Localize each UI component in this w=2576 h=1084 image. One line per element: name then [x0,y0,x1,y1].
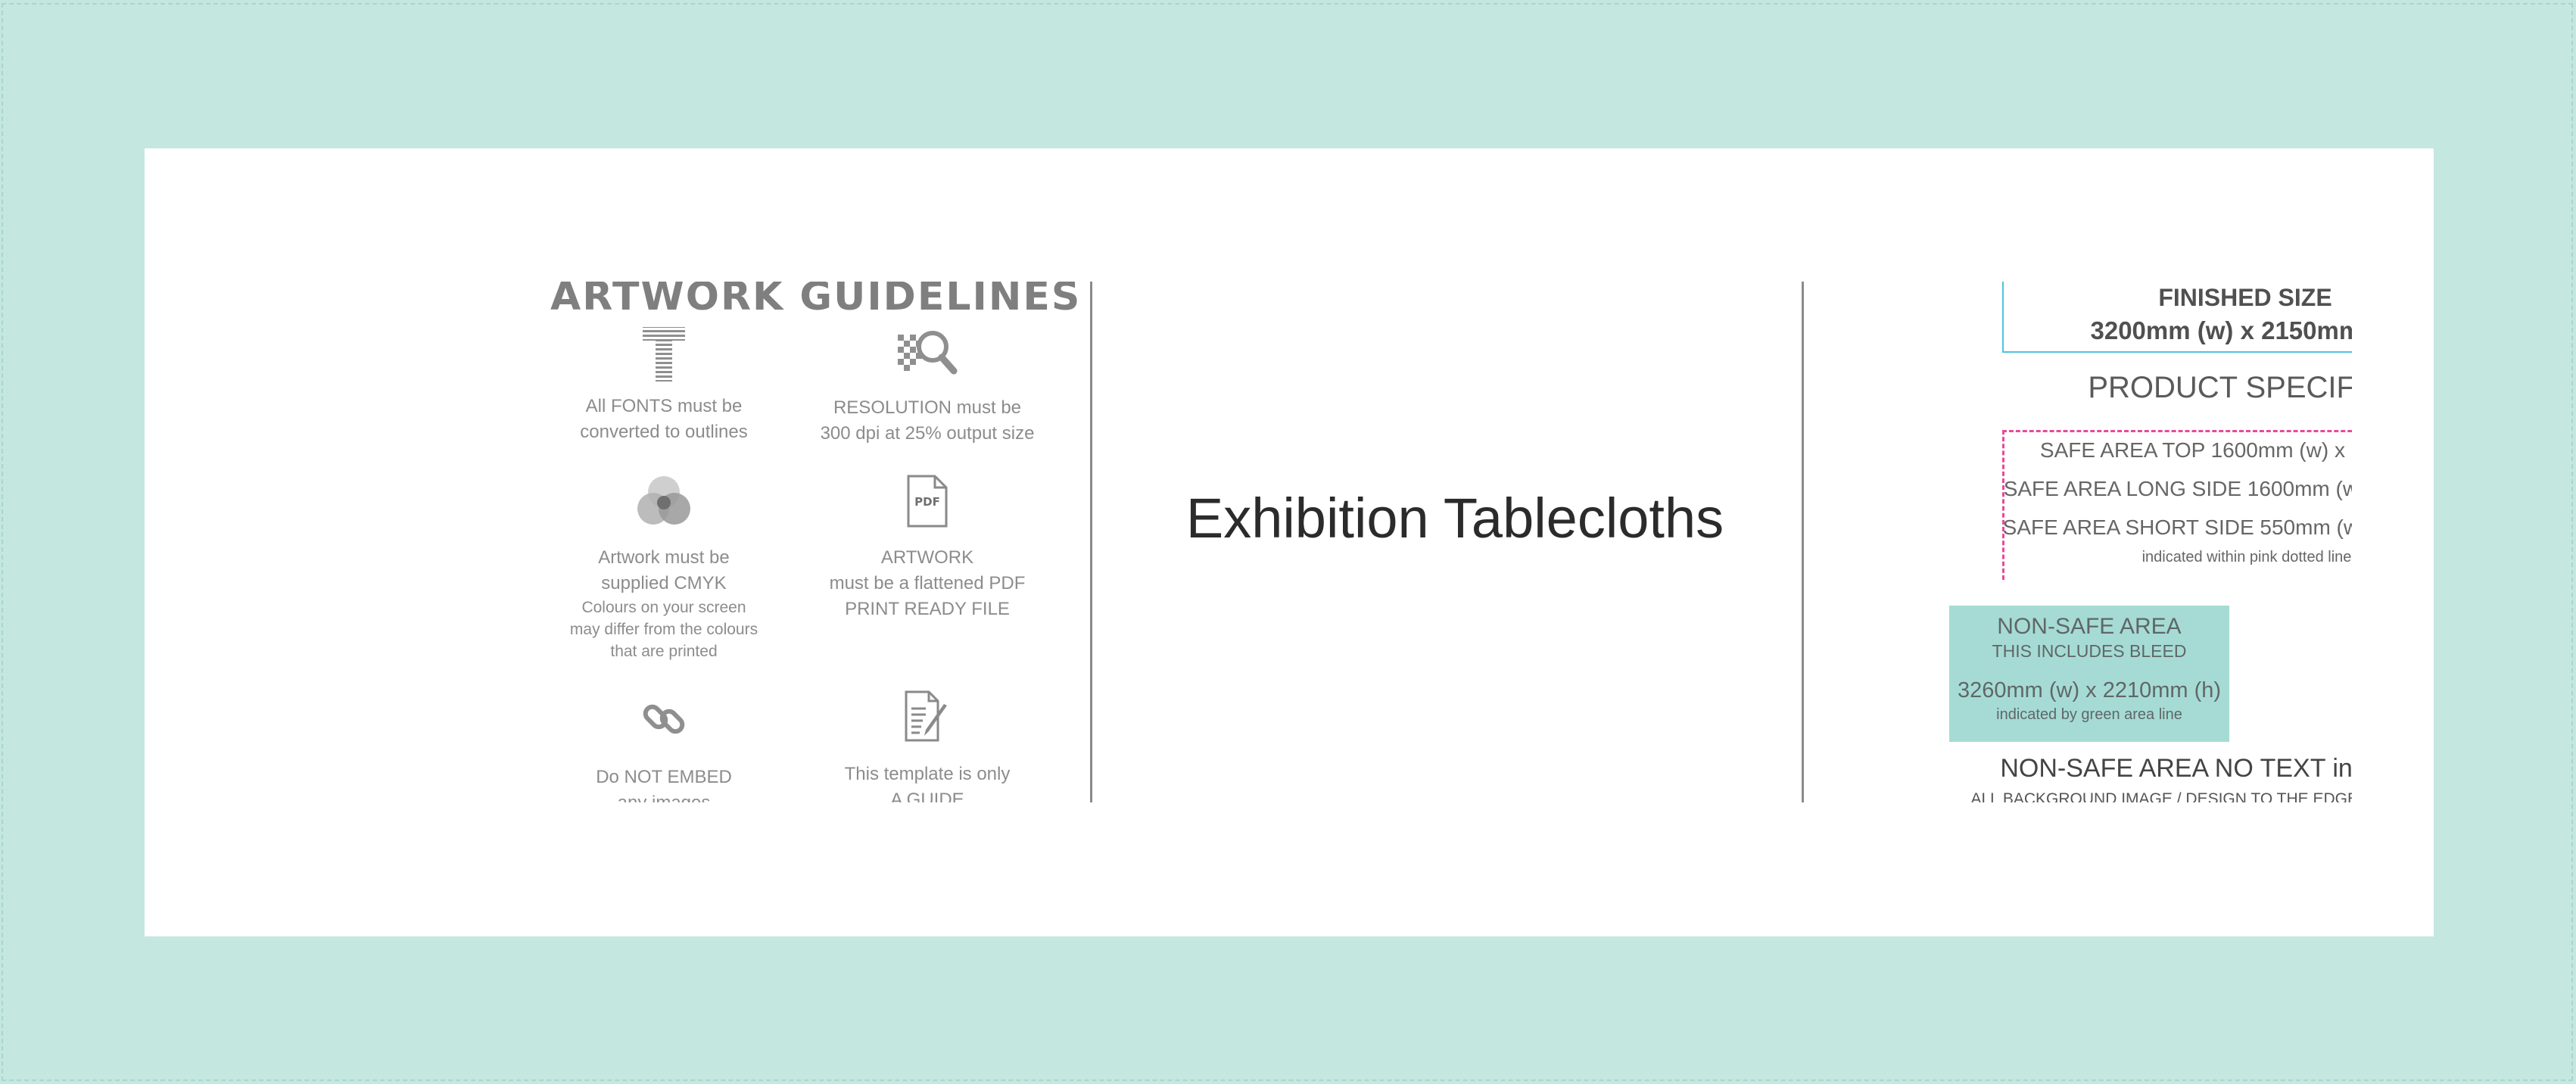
safe-area-long-side: SAFE AREA LONG SIDE 1600mm (w) x 500mm (… [2003,477,2352,500]
guideline-line: RESOLUTION must be [833,397,1022,418]
guideline-note: that are printed [610,643,718,660]
cmyk-circles-icon [637,476,690,525]
divider-right [1802,282,1804,802]
guideline-pdf: PDF ARTWORK must be a flattened PDF PRIN… [814,474,1041,622]
guideline-line: any images [550,790,777,802]
guideline-resolution: RESOLUTION must be 300 dpi at 25% output… [814,327,1041,447]
guideline-line: Do NOT EMBED [596,767,732,787]
pdf-file-icon: PDF [907,475,948,528]
guideline-line: All FONTS must be [585,396,743,416]
chain-link-icon [643,704,685,734]
guideline-line: This template is only [844,764,1011,784]
guideline-line: PRINT READY FILE [845,599,1010,619]
finished-size-label: FINISHED SIZE [2158,284,2332,311]
non-safe-area-box: NON-SAFE AREA THIS INCLUDES BLEED 3260mm… [1949,606,2229,742]
guideline-fonts: All FONTS must be converted to outlines [550,326,777,445]
svg-text:PDF: PDF [914,495,940,509]
guideline-embed: Do NOT EMBED any images [550,695,777,802]
text-t-icon [643,327,685,382]
divider-left [1090,282,1092,802]
template-canvas: ARTWORK GUIDELINES All FONTS must be con… [145,148,2434,936]
no-text-subtitle: ALL BACKGROUND IMAGE / DESIGN TO THE EDG… [1970,790,2352,802]
guideline-line: supplied CMYK [601,573,727,593]
magnifier-pixel-icon [898,331,958,375]
safe-area-top: SAFE AREA TOP 1600mm (w) x 550mm (h) [2039,438,2352,462]
template-content: ARTWORK GUIDELINES All FONTS must be con… [550,282,2352,802]
guideline-guide: This template is only A GUIDE [814,689,1041,802]
guideline-cmyk: Artwork must be supplied CMYK Colours on… [550,474,777,662]
guideline-note: may differ from the colours [569,621,758,638]
no-text-title: NON-SAFE AREA NO TEXT in this area [2000,754,2352,783]
guideline-line: must be a flattened PDF [829,573,1026,593]
safe-area-note: indicated within pink dotted line [2141,549,2352,565]
guideline-line: converted to outlines [580,422,748,442]
non-safe-note: indicated by green area line [1996,706,2182,723]
non-safe-title: NON-SAFE AREA [1997,614,2182,639]
guideline-line: 300 dpi at 25% output size [820,423,1035,444]
safe-area-short-side: SAFE AREA SHORT SIDE 550mm (w) x 500mm (… [2002,516,2352,539]
page-title: Exhibition Tablecloths [1185,487,1724,550]
non-safe-size: 3260mm (w) x 2210mm (h) [1957,678,2222,702]
guideline-line: A GUIDE [890,790,964,802]
guideline-note: Colours on your screen [581,599,746,616]
guideline-line: Artwork must be [598,547,730,568]
finished-size-value: 3200mm (w) x 2150mm (h) [2090,316,2352,344]
product-specifics-title: PRODUCT SPECIFICS [2088,371,2352,404]
non-safe-subtitle: THIS INCLUDES BLEED [1992,641,2187,661]
finished-size-box: FINISHED SIZE 3200mm (w) x 2150mm (h) [2002,282,2352,353]
guideline-line: ARTWORK [880,547,974,568]
guidelines-title: ARTWORK GUIDELINES [550,282,1082,319]
document-edit-icon [905,690,947,742]
